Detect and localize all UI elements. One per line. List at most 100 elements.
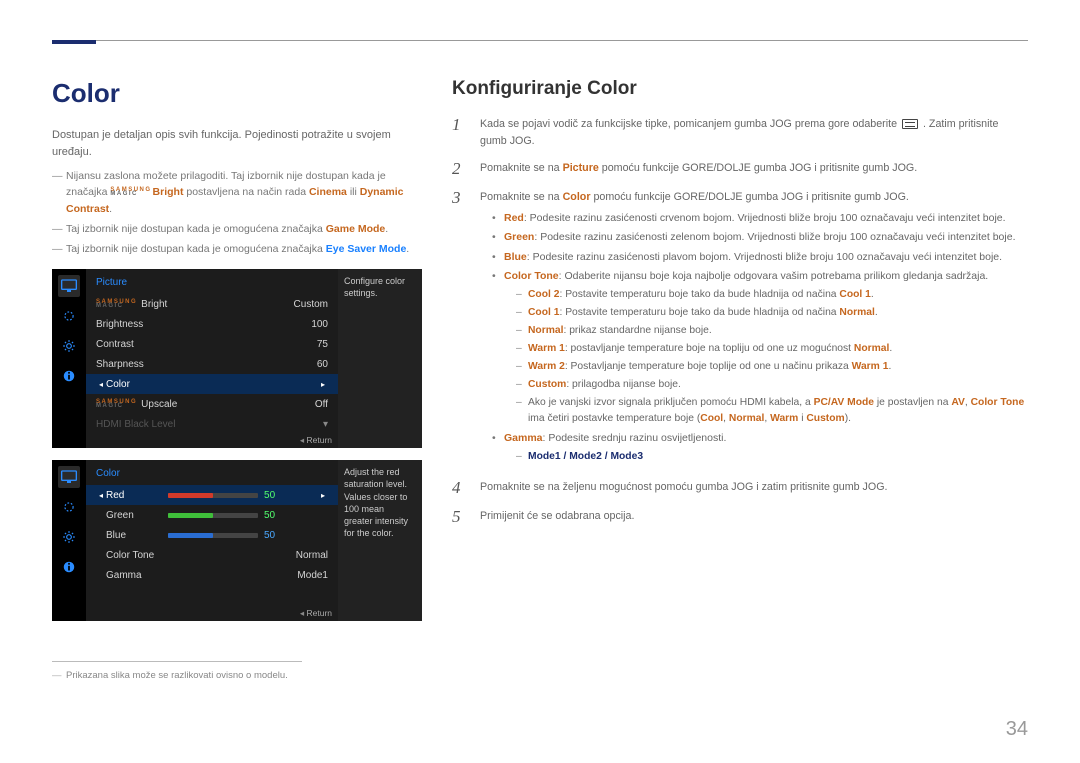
chevron-down-icon: ▾ — [323, 419, 328, 430]
row-value: 75 — [317, 339, 328, 350]
menu-icon — [902, 119, 918, 129]
osd-row: SAMSUNGMAGICBright Custom — [86, 294, 338, 314]
osd-return: Return — [300, 435, 332, 446]
list-item: Cool 2: Postavite temperaturu boje tako … — [516, 287, 1028, 303]
osd-main: Picture SAMSUNGMAGICBright Custom Bright… — [86, 269, 338, 448]
row-label: Gamma — [96, 570, 142, 581]
step-number: 4 — [452, 479, 468, 498]
row-label: Green — [106, 510, 162, 521]
row-label: Bright — [141, 299, 167, 310]
note1-f: . — [109, 203, 112, 215]
row-label: Color Tone — [96, 550, 154, 561]
step-number: 5 — [452, 508, 468, 527]
step2-c: pomoću funkcije GORE/DOLJE gumba JOG i p… — [599, 162, 917, 174]
row-label: Contrast — [96, 339, 134, 350]
step3-a: Pomaknite se na — [480, 191, 563, 203]
step-1: 1 Kada se pojavi vodič za funkcijske tip… — [452, 116, 1028, 150]
step-3: 3 Pomaknite se na Color pomoću funkcije … — [452, 189, 1028, 469]
list-item: Color Tone: Odaberite nijansu boje koja … — [492, 268, 1028, 427]
target-icon — [58, 496, 80, 518]
osd-title: Picture — [86, 275, 338, 294]
step1-a: Kada se pojavi vodič za funkcijske tipke… — [480, 118, 900, 130]
row-label: Upscale — [141, 399, 177, 410]
left-column: Color Dostupan je detaljan opis svih fun… — [52, 78, 422, 681]
target-icon — [58, 305, 80, 327]
row-value: 50 — [264, 490, 275, 501]
note-3: Taj izbornik nije dostupan kada je omogu… — [52, 241, 422, 257]
header-rule — [52, 40, 1028, 54]
osd-row: Blue 50 — [86, 525, 338, 545]
row-label: Red — [106, 490, 162, 501]
osd-row: Sharpness 60 — [86, 354, 338, 374]
row-label: Blue — [106, 530, 162, 541]
list-item: Green: Podesite razinu zasićenosti zelen… — [492, 229, 1028, 245]
note3-b: Eye Saver Mode — [326, 243, 407, 255]
step2-b: Picture — [563, 162, 599, 174]
list-item: Normal: prikaz standardne nijanse boje. — [516, 323, 1028, 339]
step3-c: pomoću funkcije GORE/DOLJE gumba JOG i p… — [590, 191, 908, 203]
sub-list: Mode1 / Mode2 / Mode3 — [516, 449, 1028, 465]
step2-a: Pomaknite se na — [480, 162, 563, 174]
page-number: 34 — [1006, 718, 1028, 741]
note3-c: . — [406, 243, 409, 255]
step4-body: Pomaknite se na željenu mogućnost pomoću… — [480, 479, 1028, 496]
list-item: Ako je vanjski izvor signala priključen … — [516, 395, 1028, 427]
step-number: 2 — [452, 160, 468, 179]
osd-row: Brightness100 — [86, 314, 338, 334]
row-value: Mode1 — [297, 570, 328, 581]
note-2: Taj izbornik nije dostupan kada je omogu… — [52, 221, 422, 237]
list-item: Cool 1: Postavite temperaturu boje tako … — [516, 305, 1028, 321]
info-icon — [58, 556, 80, 578]
bullet-list: Red: Podesite razinu zasićenosti crvenom… — [492, 210, 1028, 465]
osd-sidebar — [52, 269, 86, 448]
step-number: 3 — [452, 189, 468, 208]
row-value: Normal — [296, 550, 328, 561]
footnote: Prikazana slika može se razlikovati ovis… — [52, 670, 422, 681]
row-label: Color — [106, 379, 318, 390]
step5-body: Primijenit će se odabrana opcija. — [480, 508, 1028, 525]
slider-blue — [168, 533, 258, 538]
osd-row: Color Tone Normal — [86, 545, 338, 565]
info-icon — [58, 365, 80, 387]
osd-row-disabled: HDMI Black Level ▾ — [86, 414, 338, 434]
note-1: Nijansu zaslona možete prilagoditi. Taj … — [52, 168, 422, 217]
list-item: Gamma: Podesite srednju razinu osvijetlj… — [492, 430, 1028, 465]
row-value: 60 — [317, 359, 328, 370]
osd-tooltip: Configure color settings. — [338, 269, 422, 448]
gear-icon — [58, 526, 80, 548]
osd-row-selected: ◂Color▸ — [86, 374, 338, 394]
sub-list: Cool 2: Postavite temperaturu boje tako … — [516, 287, 1028, 427]
columns: Color Dostupan je detaljan opis svih fun… — [52, 78, 1028, 681]
row-value: 100 — [311, 319, 328, 330]
gear-icon — [58, 335, 80, 357]
steps-list: 1 Kada se pojavi vodič za funkcijske tip… — [452, 116, 1028, 526]
row-label: HDMI Black Level — [96, 419, 175, 430]
right-column: Konfiguriranje Color 1 Kada se pojavi vo… — [452, 78, 1028, 681]
row-label: Sharpness — [96, 359, 144, 370]
chevron-left-icon: ◂ — [99, 491, 103, 500]
list-item: Red: Podesite razinu zasićenosti crvenom… — [492, 210, 1028, 226]
note2-b: Game Mode — [326, 223, 386, 235]
osd-row-selected: ◂ Red 50 ▸ — [86, 485, 338, 505]
osd-tooltip: Adjust the red saturation level. Values … — [338, 460, 422, 621]
note3-a: Taj izbornik nije dostupan kada je omogu… — [66, 243, 326, 255]
list-item: Warm 1: postavljanje temperature boje na… — [516, 341, 1028, 357]
footnote-separator — [52, 661, 302, 662]
osd-title: Color — [86, 466, 338, 485]
list-item: Custom: prilagodba nijanse boje. — [516, 377, 1028, 393]
step3-b: Color — [563, 191, 591, 203]
osd-main: Color ◂ Red 50 ▸ Green 50 — [86, 460, 338, 621]
section-heading-right: Konfiguriranje Color — [452, 78, 1028, 100]
row-value: Off — [315, 399, 328, 410]
row-value: Custom — [294, 299, 328, 310]
note1-b: postavljena na način rada — [186, 186, 309, 198]
chevron-right-icon: ▸ — [321, 491, 325, 500]
note2-a: Taj izbornik nije dostupan kada je omogu… — [66, 223, 326, 235]
osd-row: Contrast 75 — [86, 334, 338, 354]
magic-tag: SAMSUNGMAGIC — [110, 188, 151, 196]
step-number: 1 — [452, 116, 468, 135]
list-item: Mode1 / Mode2 / Mode3 — [516, 449, 1028, 465]
osd-sidebar — [52, 460, 86, 621]
step-2: 2 Pomaknite se na Picture pomoću funkcij… — [452, 160, 1028, 179]
monitor-icon — [58, 275, 80, 297]
